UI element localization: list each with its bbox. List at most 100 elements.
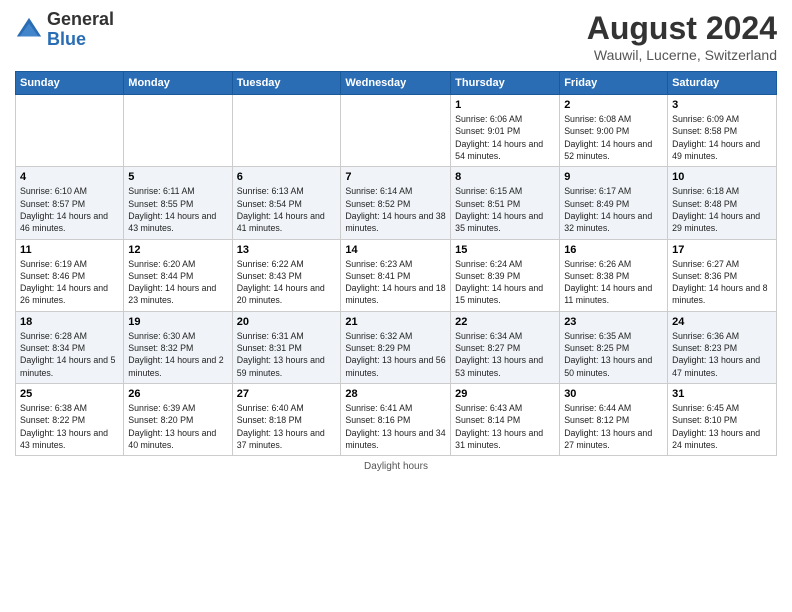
sunrise-text: Sunrise: 6:34 AM <box>455 331 522 341</box>
daylight-text: Daylight: 13 hours and 40 minutes. <box>128 428 216 450</box>
col-sunday: Sunday <box>16 72 124 95</box>
daylight-text: Daylight: 13 hours and 31 minutes. <box>455 428 543 450</box>
daylight-text: Daylight: 14 hours and 15 minutes. <box>455 283 543 305</box>
sunset-text: Sunset: 8:36 PM <box>672 271 737 281</box>
sunset-text: Sunset: 9:01 PM <box>455 126 520 136</box>
sunrise-text: Sunrise: 6:20 AM <box>128 259 195 269</box>
day-number: 17 <box>672 244 772 256</box>
sunrise-text: Sunrise: 6:22 AM <box>237 259 304 269</box>
calendar-day: 17 Sunrise: 6:27 AM Sunset: 8:36 PM Dayl… <box>668 239 777 311</box>
sunrise-text: Sunrise: 6:30 AM <box>128 331 195 341</box>
calendar-day <box>124 95 232 167</box>
calendar-day: 24 Sunrise: 6:36 AM Sunset: 8:23 PM Dayl… <box>668 311 777 383</box>
sunrise-text: Sunrise: 6:15 AM <box>455 186 522 196</box>
daylight-text: Daylight: 13 hours and 50 minutes. <box>564 355 652 377</box>
page-container: General Blue August 2024 Wauwil, Lucerne… <box>0 0 792 482</box>
sunset-text: Sunset: 8:29 PM <box>345 343 410 353</box>
day-number: 30 <box>564 388 663 400</box>
sunrise-text: Sunrise: 6:35 AM <box>564 331 631 341</box>
calendar-day: 16 Sunrise: 6:26 AM Sunset: 8:38 PM Dayl… <box>560 239 668 311</box>
daylight-text: Daylight: 14 hours and 46 minutes. <box>20 211 108 233</box>
day-info: Sunrise: 6:11 AM Sunset: 8:55 PM Dayligh… <box>128 185 227 234</box>
calendar-week-3: 11 Sunrise: 6:19 AM Sunset: 8:46 PM Dayl… <box>16 239 777 311</box>
daylight-text: Daylight: 13 hours and 56 minutes. <box>345 355 445 377</box>
day-info: Sunrise: 6:22 AM Sunset: 8:43 PM Dayligh… <box>237 258 337 307</box>
sunset-text: Sunset: 8:12 PM <box>564 415 629 425</box>
sunrise-text: Sunrise: 6:26 AM <box>564 259 631 269</box>
day-info: Sunrise: 6:28 AM Sunset: 8:34 PM Dayligh… <box>20 330 119 379</box>
calendar-week-1: 1 Sunrise: 6:06 AM Sunset: 9:01 PM Dayli… <box>16 95 777 167</box>
daylight-text: Daylight: 14 hours and 18 minutes. <box>345 283 445 305</box>
calendar-day: 12 Sunrise: 6:20 AM Sunset: 8:44 PM Dayl… <box>124 239 232 311</box>
calendar-day: 21 Sunrise: 6:32 AM Sunset: 8:29 PM Dayl… <box>341 311 451 383</box>
day-number: 31 <box>672 388 772 400</box>
day-info: Sunrise: 6:20 AM Sunset: 8:44 PM Dayligh… <box>128 258 227 307</box>
daylight-text: Daylight: 14 hours and 26 minutes. <box>20 283 108 305</box>
day-number: 8 <box>455 171 555 183</box>
calendar-header: Sunday Monday Tuesday Wednesday Thursday… <box>16 72 777 95</box>
sunset-text: Sunset: 8:23 PM <box>672 343 737 353</box>
day-number: 2 <box>564 99 663 111</box>
day-number: 1 <box>455 99 555 111</box>
day-info: Sunrise: 6:39 AM Sunset: 8:20 PM Dayligh… <box>128 402 227 451</box>
day-number: 10 <box>672 171 772 183</box>
day-info: Sunrise: 6:41 AM Sunset: 8:16 PM Dayligh… <box>345 402 446 451</box>
sunset-text: Sunset: 8:46 PM <box>20 271 85 281</box>
day-info: Sunrise: 6:09 AM Sunset: 8:58 PM Dayligh… <box>672 113 772 162</box>
calendar-day: 9 Sunrise: 6:17 AM Sunset: 8:49 PM Dayli… <box>560 167 668 239</box>
daylight-text: Daylight: 14 hours and 20 minutes. <box>237 283 325 305</box>
calendar-day: 22 Sunrise: 6:34 AM Sunset: 8:27 PM Dayl… <box>451 311 560 383</box>
col-saturday: Saturday <box>668 72 777 95</box>
logo-icon <box>15 16 43 44</box>
calendar-day: 6 Sunrise: 6:13 AM Sunset: 8:54 PM Dayli… <box>232 167 341 239</box>
day-number: 22 <box>455 316 555 328</box>
daylight-text: Daylight: 13 hours and 53 minutes. <box>455 355 543 377</box>
calendar-day: 11 Sunrise: 6:19 AM Sunset: 8:46 PM Dayl… <box>16 239 124 311</box>
day-info: Sunrise: 6:38 AM Sunset: 8:22 PM Dayligh… <box>20 402 119 451</box>
day-info: Sunrise: 6:15 AM Sunset: 8:51 PM Dayligh… <box>455 185 555 234</box>
calendar-body: 1 Sunrise: 6:06 AM Sunset: 9:01 PM Dayli… <box>16 95 777 456</box>
daylight-text: Daylight: 14 hours and 29 minutes. <box>672 211 760 233</box>
header-row: Sunday Monday Tuesday Wednesday Thursday… <box>16 72 777 95</box>
calendar-day <box>232 95 341 167</box>
calendar-day: 14 Sunrise: 6:23 AM Sunset: 8:41 PM Dayl… <box>341 239 451 311</box>
day-info: Sunrise: 6:27 AM Sunset: 8:36 PM Dayligh… <box>672 258 772 307</box>
sunset-text: Sunset: 8:38 PM <box>564 271 629 281</box>
day-number: 6 <box>237 171 337 183</box>
sunrise-text: Sunrise: 6:09 AM <box>672 114 739 124</box>
sunset-text: Sunset: 8:51 PM <box>455 199 520 209</box>
sunrise-text: Sunrise: 6:39 AM <box>128 403 195 413</box>
col-wednesday: Wednesday <box>341 72 451 95</box>
daylight-text: Daylight: 13 hours and 24 minutes. <box>672 428 760 450</box>
sunset-text: Sunset: 8:54 PM <box>237 199 302 209</box>
col-monday: Monday <box>124 72 232 95</box>
day-number: 23 <box>564 316 663 328</box>
day-number: 24 <box>672 316 772 328</box>
calendar-day: 25 Sunrise: 6:38 AM Sunset: 8:22 PM Dayl… <box>16 384 124 456</box>
calendar-day: 10 Sunrise: 6:18 AM Sunset: 8:48 PM Dayl… <box>668 167 777 239</box>
sunrise-text: Sunrise: 6:44 AM <box>564 403 631 413</box>
day-info: Sunrise: 6:13 AM Sunset: 8:54 PM Dayligh… <box>237 185 337 234</box>
sunset-text: Sunset: 8:27 PM <box>455 343 520 353</box>
day-info: Sunrise: 6:24 AM Sunset: 8:39 PM Dayligh… <box>455 258 555 307</box>
daylight-text: Daylight: 13 hours and 37 minutes. <box>237 428 325 450</box>
daylight-text: Daylight: 13 hours and 47 minutes. <box>672 355 760 377</box>
day-info: Sunrise: 6:08 AM Sunset: 9:00 PM Dayligh… <box>564 113 663 162</box>
daylight-text: Daylight: 14 hours and 23 minutes. <box>128 283 216 305</box>
sunrise-text: Sunrise: 6:27 AM <box>672 259 739 269</box>
day-info: Sunrise: 6:44 AM Sunset: 8:12 PM Dayligh… <box>564 402 663 451</box>
day-number: 21 <box>345 316 446 328</box>
col-tuesday: Tuesday <box>232 72 341 95</box>
sunset-text: Sunset: 9:00 PM <box>564 126 629 136</box>
day-number: 9 <box>564 171 663 183</box>
day-info: Sunrise: 6:30 AM Sunset: 8:32 PM Dayligh… <box>128 330 227 379</box>
calendar-week-4: 18 Sunrise: 6:28 AM Sunset: 8:34 PM Dayl… <box>16 311 777 383</box>
calendar-day: 31 Sunrise: 6:45 AM Sunset: 8:10 PM Dayl… <box>668 384 777 456</box>
day-number: 3 <box>672 99 772 111</box>
calendar-day: 26 Sunrise: 6:39 AM Sunset: 8:20 PM Dayl… <box>124 384 232 456</box>
sunrise-text: Sunrise: 6:14 AM <box>345 186 412 196</box>
header: General Blue August 2024 Wauwil, Lucerne… <box>15 10 777 63</box>
day-info: Sunrise: 6:19 AM Sunset: 8:46 PM Dayligh… <box>20 258 119 307</box>
calendar-day: 3 Sunrise: 6:09 AM Sunset: 8:58 PM Dayli… <box>668 95 777 167</box>
sunrise-text: Sunrise: 6:28 AM <box>20 331 87 341</box>
